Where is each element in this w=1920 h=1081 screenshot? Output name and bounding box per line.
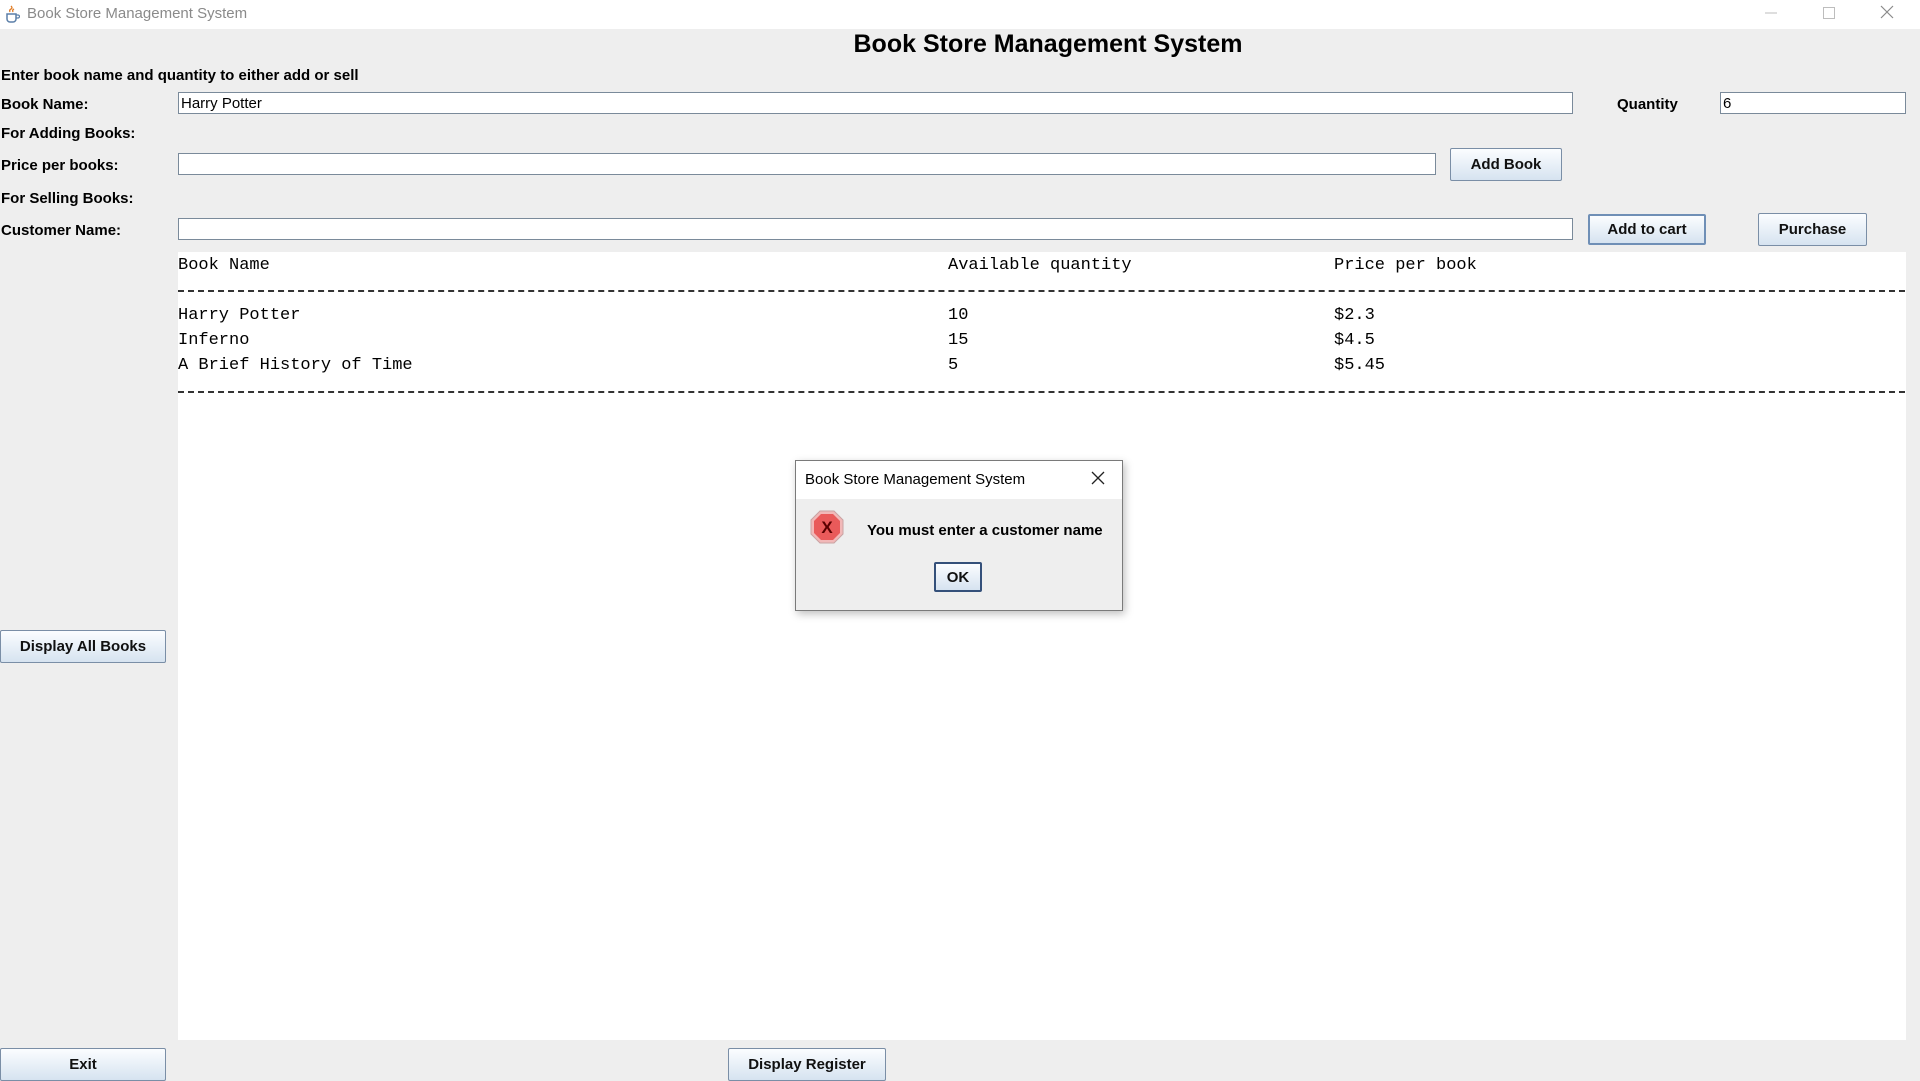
main-heading: Book Store Management System — [853, 30, 1243, 58]
output-text-area[interactable]: Book Name Available quantity Price per b… — [178, 252, 1906, 1040]
error-dialog: Book Store Management System X You must … — [795, 460, 1123, 611]
exit-button[interactable]: Exit — [0, 1048, 166, 1081]
price-label: Price per books: — [1, 157, 119, 174]
customer-name-field[interactable] — [178, 218, 1573, 240]
java-cup-icon — [4, 5, 21, 23]
table-row-book-name: Harry Potter — [178, 306, 301, 325]
minimize-button[interactable] — [1742, 0, 1800, 29]
maximize-icon — [1823, 6, 1835, 24]
purchase-button[interactable]: Purchase — [1758, 213, 1867, 246]
header-book-name: Book Name — [178, 256, 270, 275]
price-field[interactable] — [178, 153, 1436, 175]
display-all-books-button[interactable]: Display All Books — [0, 630, 166, 663]
error-icon: X — [810, 510, 844, 544]
dialog-close-button[interactable] — [1087, 469, 1109, 491]
close-icon — [1880, 5, 1894, 24]
dialog-titlebar: Book Store Management System — [796, 461, 1122, 499]
table-row-price: $2.3 — [1334, 306, 1375, 325]
close-window-button[interactable] — [1858, 0, 1916, 29]
ok-button[interactable]: OK — [934, 562, 982, 592]
window-title: Book Store Management System — [27, 5, 248, 22]
separator-line — [178, 290, 1905, 292]
customer-name-label: Customer Name: — [1, 222, 122, 239]
dialog-title: Book Store Management System — [805, 471, 1026, 488]
instructions-text: Enter book name and quantity to either a… — [1, 67, 359, 84]
selling-section-label: For Selling Books: — [1, 190, 134, 207]
close-icon — [1091, 471, 1105, 490]
separator-line — [178, 391, 1905, 393]
header-price-per-book: Price per book — [1334, 256, 1477, 275]
dialog-message: You must enter a customer name — [867, 522, 1103, 539]
svg-text:X: X — [821, 518, 833, 537]
header-available-quantity: Available quantity — [948, 256, 1132, 275]
add-to-cart-button[interactable]: Add to cart — [1588, 214, 1706, 245]
adding-section-label: For Adding Books: — [1, 125, 136, 142]
table-row-quantity: 5 — [948, 356, 959, 375]
window-titlebar: Book Store Management System — [0, 0, 1920, 29]
display-register-button[interactable]: Display Register — [728, 1048, 886, 1081]
quantity-label: Quantity — [1617, 96, 1678, 113]
table-row-quantity: 15 — [948, 331, 969, 350]
minimize-icon — [1765, 6, 1777, 24]
book-name-field[interactable] — [178, 92, 1573, 114]
table-row-price: $5.45 — [1334, 356, 1386, 375]
book-name-label: Book Name: — [1, 96, 89, 113]
table-row-price: $4.5 — [1334, 331, 1375, 350]
maximize-button[interactable] — [1800, 0, 1858, 29]
quantity-field[interactable] — [1720, 92, 1906, 114]
table-row-book-name: A Brief History of Time — [178, 356, 413, 375]
add-book-button[interactable]: Add Book — [1450, 148, 1562, 181]
table-row-quantity: 10 — [948, 306, 969, 325]
table-row-book-name: Inferno — [178, 331, 250, 350]
